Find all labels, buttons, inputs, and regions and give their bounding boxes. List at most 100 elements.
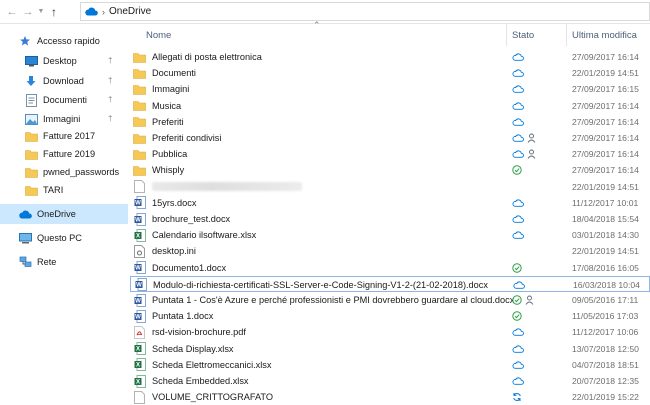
modified-date: 27/09/2017 16:14: [572, 52, 639, 62]
folder-icon: [24, 166, 38, 178]
svg-text:X: X: [135, 379, 139, 385]
modified-date: 03/01/2018 14:30: [572, 230, 639, 241]
status-cloud-icon: [512, 231, 524, 239]
folder-icon: [24, 184, 38, 196]
column-header-state[interactable]: Stato: [512, 24, 562, 46]
file-row[interactable]: W Puntata 1.docx 11/05/2016 17:03: [130, 308, 650, 324]
word-file-icon: W: [133, 212, 146, 226]
pin-icon[interactable]: †: [108, 76, 112, 85]
sidebar-item-label: Immagini: [43, 114, 81, 124]
folder-icon: [24, 148, 38, 160]
file-row[interactable]: VOLUME_CRITTOGRAFATO 22/01/2019 15:22: [130, 389, 650, 405]
computer-icon: [18, 232, 32, 244]
svg-text:X: X: [135, 363, 139, 369]
address-bar: ← → ▼ ↑ › OneDrive: [0, 0, 650, 24]
file-row[interactable]: Musica 27/09/2017 16:14: [130, 98, 650, 114]
file-name: desktop.ini: [152, 246, 196, 257]
file-row[interactable]: Wbrochure_test.docx 18/04/2018 15:54: [130, 211, 650, 227]
download-icon: [24, 75, 38, 87]
file-row[interactable]: W Puntata 1 - Cos'è Azure e perché profes…: [130, 292, 650, 308]
sidebar-item-fatture-2019[interactable]: Fatture 2019: [0, 144, 128, 164]
status-synced-icon: [512, 311, 522, 321]
pin-icon[interactable]: †: [108, 56, 112, 65]
redacted-file-name: [152, 182, 302, 192]
file-row[interactable]: X Calendario ilsoftware.xlsx 03/01/2018 14…: [130, 227, 650, 243]
column-header-modified[interactable]: Ultima modifica: [572, 24, 650, 46]
file-row[interactable]: Whisply 27/09/2017 16:14: [130, 162, 650, 178]
file-row[interactable]: W 15yrs.docx 11/12/2017 10:01: [130, 195, 650, 211]
word-file-icon: W: [133, 261, 146, 275]
modified-date: 22/01/2019 14:51: [572, 246, 639, 257]
file-row[interactable]: Documenti 22/01/2019 14:51: [130, 65, 650, 81]
file-row[interactable]: desktop.ini 22/01/2019 14:51: [130, 243, 650, 259]
sidebar-item-accesso-rapido[interactable]: Accesso rapido: [0, 31, 128, 51]
file-name: Preferiti condivisi: [152, 133, 222, 143]
breadcrumb-chevron-icon: ›: [102, 6, 105, 17]
onedrive-cloud-icon: [85, 7, 98, 16]
folder-icon: [133, 51, 146, 63]
back-arrow-icon[interactable]: ←: [4, 2, 20, 22]
ini-file-icon: [133, 244, 146, 258]
file-row[interactable]: X Scheda Embedded.xlsx 20/07/2018 12:35: [130, 373, 650, 389]
excel-file-icon: X: [133, 342, 146, 356]
file-row[interactable]: Pubblica 27/09/2017 16:14: [130, 146, 650, 162]
status-cloud-icon: [512, 85, 524, 94]
sidebar-item-questo-pc[interactable]: Questo PC: [0, 228, 128, 248]
breadcrumb-onedrive[interactable]: OneDrive: [109, 6, 151, 17]
modified-date: 11/12/2017 10:01: [572, 197, 639, 208]
up-arrow-icon[interactable]: ↑: [46, 2, 62, 22]
file-row[interactable]: X Scheda Display.xlsx 13/07/2018 12:50: [130, 341, 650, 357]
folder-icon: [24, 130, 38, 142]
file-name: Preferiti: [152, 116, 184, 127]
svg-text:W: W: [135, 266, 141, 272]
file-name: Pubblica: [152, 149, 188, 160]
file-row[interactable]: W Modulo-di-richiesta-certificati-SSL-Ser…: [130, 275, 650, 292]
folder-icon: [133, 164, 146, 176]
file-row[interactable]: Immagini 27/09/2017 16:15: [130, 81, 650, 97]
sidebar-item-rete[interactable]: Rete: [0, 252, 128, 272]
file-row[interactable]: Preferiti 27/09/2017 16:14: [130, 114, 650, 130]
column-header-name[interactable]: Nome: [146, 24, 506, 46]
sidebar-item-label: Documenti: [43, 95, 87, 105]
sidebar-item-onedrive[interactable]: OneDrive: [0, 204, 128, 224]
file-row[interactable]: X Scheda Elettromeccanici.xlsx 04/07/2018 …: [130, 357, 650, 373]
file-row[interactable]: rsd-vision-brochure.pdf 11/12/2017 10:06: [130, 324, 650, 340]
svg-text:W: W: [135, 201, 141, 207]
modified-date: 27/09/2017 16:14: [572, 116, 639, 127]
status-cloud-icon: [512, 328, 524, 337]
file-row[interactable]: W Documento1.docx 17/08/2016 16:05: [130, 260, 650, 276]
sidebar-item-documenti[interactable]: Documenti †: [0, 90, 128, 110]
path-box[interactable]: › OneDrive: [80, 2, 650, 21]
file-name: Scheda Elettromeccanici.xlsx: [152, 359, 272, 370]
column-divider[interactable]: [506, 24, 507, 46]
file-row[interactable]: Preferiti condivisi 27/09/2017 16:14: [130, 130, 650, 146]
sidebar-item-label: Rete: [37, 257, 57, 267]
sidebar-item-desktop[interactable]: Desktop †: [0, 51, 128, 71]
sidebar-item-download[interactable]: Download †: [0, 71, 128, 91]
pin-icon[interactable]: †: [108, 95, 112, 104]
sidebar-item-tari[interactable]: TARI: [0, 180, 128, 200]
recent-locations-chevron-icon[interactable]: ▼: [36, 2, 46, 22]
file-row[interactable]: Allegati di posta elettronica 27/09/2017 …: [130, 49, 650, 65]
pin-icon[interactable]: †: [108, 114, 112, 123]
file-name: Puntata 1.docx: [152, 311, 214, 322]
excel-file-icon: X: [133, 374, 146, 388]
status-cloud-icon: [512, 69, 524, 77]
sidebar-item-fatture-2017[interactable]: Fatture 2017: [0, 126, 128, 146]
column-divider[interactable]: [566, 24, 567, 46]
word-file-icon: W: [134, 278, 147, 292]
svg-text:X: X: [135, 233, 139, 239]
word-file-icon: W: [133, 196, 146, 210]
sidebar-item-pwned-passwords[interactable]: pwned_passwords: [0, 162, 128, 182]
file-name: VOLUME_CRITTOGRAFATO: [152, 392, 273, 403]
desktop-icon: [24, 55, 38, 67]
status-shared-icon: [527, 149, 536, 159]
modified-date: 22/01/2019 15:22: [572, 392, 639, 403]
sort-ascending-icon: ⌃: [313, 20, 321, 30]
modified-date: 04/07/2018 18:51: [572, 359, 639, 370]
file-name: Puntata 1 - Cos'è Azure e perché profess…: [152, 295, 515, 305]
file-row[interactable]: 22/01/2019 14:51: [130, 179, 650, 195]
forward-arrow-icon[interactable]: →: [20, 2, 36, 22]
network-icon: [18, 256, 32, 268]
sidebar-item-label: OneDrive: [37, 209, 76, 219]
